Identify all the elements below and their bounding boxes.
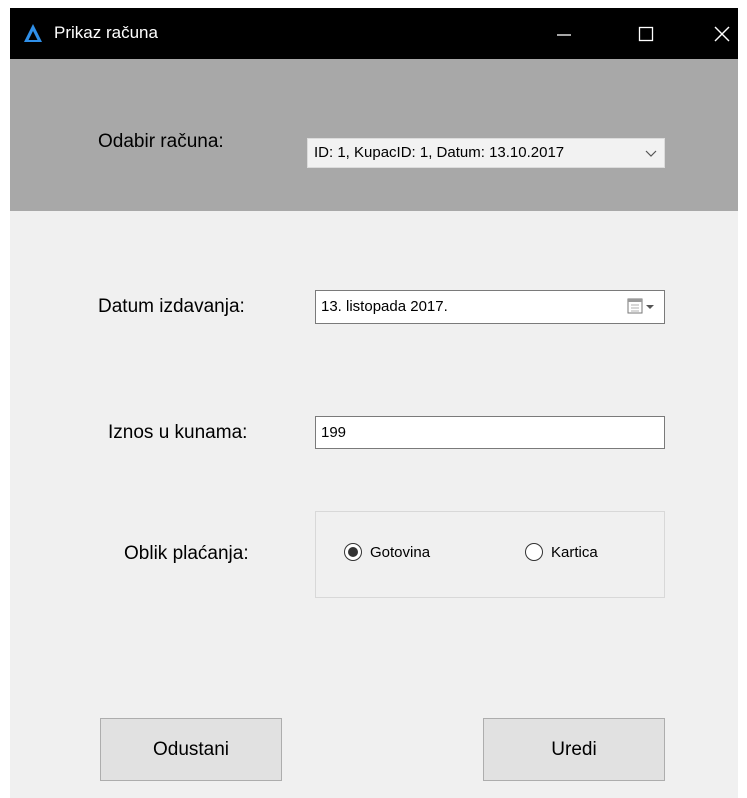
app-window: Prikaz računa Odabir računa: ID: 1, Kupa… xyxy=(10,8,738,798)
edit-button[interactable]: Uredi xyxy=(483,718,665,781)
payment-option-label: Kartica xyxy=(551,543,598,561)
date-label: Datum izdavanja: xyxy=(98,296,245,317)
invoice-select-dropdown[interactable]: ID: 1, KupacID: 1, Datum: 13.10.2017 xyxy=(307,138,665,168)
window-title: Prikaz računa xyxy=(54,23,158,42)
date-value: 13. listopada 2017. xyxy=(321,298,448,315)
payment-label: Oblik plaćanja: xyxy=(124,543,249,564)
title-bar[interactable]: Prikaz računa xyxy=(10,8,738,59)
minimize-button[interactable] xyxy=(536,8,592,59)
radio-checked-icon xyxy=(344,543,362,561)
amount-label: Iznos u kunama: xyxy=(108,422,248,443)
cancel-button[interactable]: Odustani xyxy=(100,718,282,781)
invoice-select-value: ID: 1, KupacID: 1, Datum: 13.10.2017 xyxy=(314,144,565,161)
close-icon xyxy=(714,26,730,41)
radio-unchecked-icon xyxy=(525,543,543,561)
app-triangle-icon xyxy=(24,24,42,42)
minimize-icon xyxy=(557,33,571,36)
maximize-icon xyxy=(638,26,654,41)
invoice-select-label: Odabir računa: xyxy=(98,131,224,152)
payment-option-cash[interactable]: Gotovina xyxy=(344,540,430,564)
payment-option-card[interactable]: Kartica xyxy=(525,540,598,564)
payment-option-label: Gotovina xyxy=(370,543,431,561)
calendar-icon[interactable] xyxy=(626,297,660,317)
amount-input[interactable]: 199 xyxy=(315,416,665,449)
chevron-down-icon xyxy=(645,150,657,157)
payment-method-group: Gotovina Kartica xyxy=(315,511,665,598)
close-button[interactable] xyxy=(694,8,738,59)
date-picker[interactable]: 13. listopada 2017. xyxy=(315,290,665,324)
maximize-button[interactable] xyxy=(618,8,674,59)
amount-value: 199 xyxy=(321,424,347,441)
